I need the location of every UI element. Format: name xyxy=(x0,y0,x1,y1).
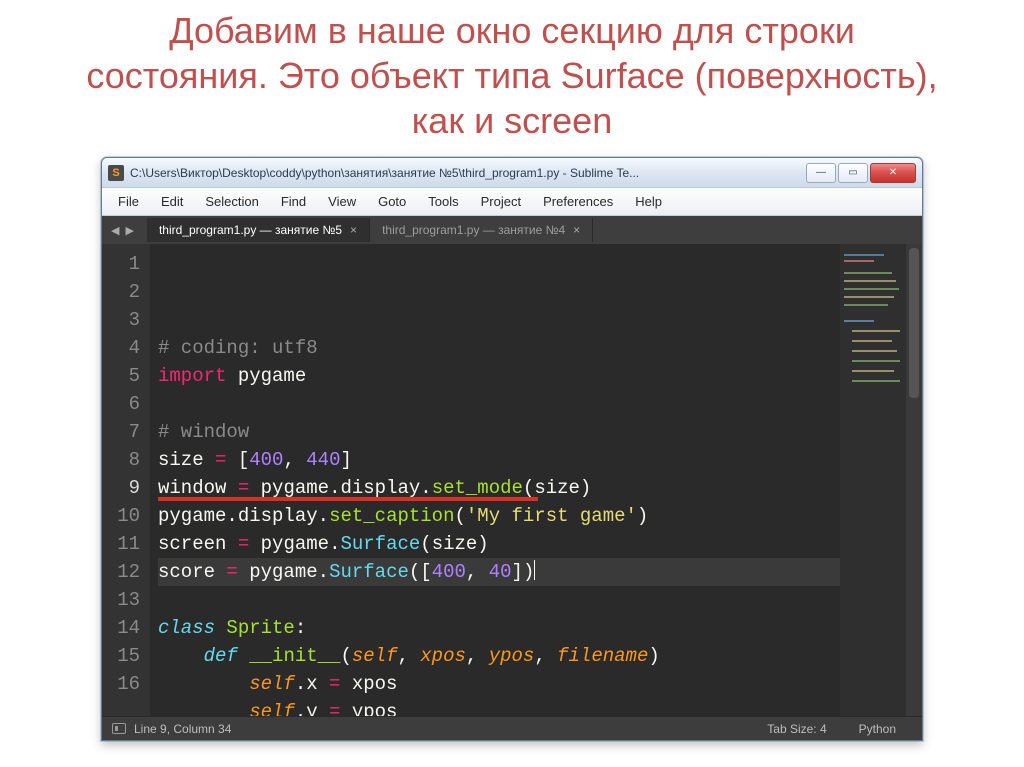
close-button[interactable]: ✕ xyxy=(870,163,916,183)
code-line[interactable]: # window xyxy=(158,418,840,446)
status-tabsize[interactable]: Tab Size: 4 xyxy=(751,722,842,736)
minimize-button[interactable]: — xyxy=(806,163,836,183)
code-line[interactable] xyxy=(158,586,840,614)
menu-project[interactable]: Project xyxy=(471,191,531,212)
tab-next-icon[interactable]: ▶ xyxy=(122,224,136,237)
menu-find[interactable]: Find xyxy=(271,191,316,212)
code-line[interactable]: screen = pygame.Surface(size) xyxy=(158,530,840,558)
menu-tools[interactable]: Tools xyxy=(418,191,468,212)
menu-help[interactable]: Help xyxy=(625,191,672,212)
menu-file[interactable]: File xyxy=(108,191,149,212)
tab-prev-icon[interactable]: ◀ xyxy=(108,224,122,237)
code-line[interactable]: score = pygame.Surface([400, 40]) xyxy=(158,558,840,586)
app-icon: S xyxy=(108,165,124,181)
menubar: FileEditSelectionFindViewGotoToolsProjec… xyxy=(102,188,922,216)
code-line[interactable]: self.y = ypos xyxy=(158,698,840,716)
tab-inactive[interactable]: third_program1.py — занятие №4 × xyxy=(370,218,593,242)
code-line[interactable] xyxy=(158,390,840,418)
status-position[interactable]: Line 9, Column 34 xyxy=(134,722,231,736)
editor-chrome: ◀ ▶ third_program1.py — занятие №5 × thi… xyxy=(102,216,922,740)
menu-selection[interactable]: Selection xyxy=(195,191,268,212)
tab-close-icon[interactable]: × xyxy=(350,223,357,237)
status-syntax[interactable]: Python xyxy=(843,722,912,736)
titlebar[interactable]: S C:\Users\Виктор\Desktop\coddy\python\з… xyxy=(102,158,922,188)
code-line[interactable]: pygame.display.set_caption('My first gam… xyxy=(158,502,840,530)
menu-edit[interactable]: Edit xyxy=(151,191,193,212)
editor-body: 12345678910111213141516 # coding: utf8im… xyxy=(102,244,922,716)
code-area[interactable]: # coding: utf8import pygame # windowsize … xyxy=(150,244,840,716)
statusbar: Line 9, Column 34 Tab Size: 4 Python xyxy=(102,716,922,740)
minimap[interactable] xyxy=(840,244,906,716)
tabbar: ◀ ▶ third_program1.py — занятие №5 × thi… xyxy=(102,216,922,244)
gutter: 12345678910111213141516 xyxy=(102,244,150,716)
window-title: C:\Users\Виктор\Desktop\coddy\python\зан… xyxy=(130,166,806,180)
code-line[interactable]: def __init__(self, xpos, ypos, filename) xyxy=(158,642,840,670)
tab-label: third_program1.py — занятие №4 xyxy=(382,223,565,237)
app-window: S C:\Users\Виктор\Desktop\coddy\python\з… xyxy=(101,157,923,741)
code-line[interactable]: import pygame xyxy=(158,362,840,390)
menu-view[interactable]: View xyxy=(318,191,366,212)
vertical-scrollbar[interactable] xyxy=(906,244,922,716)
text-cursor xyxy=(534,560,535,580)
code-line[interactable]: # coding: utf8 xyxy=(158,334,840,362)
code-line[interactable]: class Sprite: xyxy=(158,614,840,642)
slide-title: Добавим в наше окно секцию для строки со… xyxy=(0,0,1024,157)
menu-preferences[interactable]: Preferences xyxy=(533,191,623,212)
tab-nav[interactable]: ◀ ▶ xyxy=(108,224,137,237)
code-line[interactable]: size = [400, 440] xyxy=(158,446,840,474)
highlight-underline xyxy=(158,497,538,501)
tab-label: third_program1.py — занятие №5 xyxy=(159,223,342,237)
maximize-button[interactable]: ▭ xyxy=(838,163,868,183)
tab-active[interactable]: third_program1.py — занятие №5 × xyxy=(147,218,370,242)
panel-icon[interactable] xyxy=(112,723,126,734)
tab-close-icon[interactable]: × xyxy=(573,223,580,237)
menu-goto[interactable]: Goto xyxy=(368,191,416,212)
code-line[interactable]: self.x = xpos xyxy=(158,670,840,698)
